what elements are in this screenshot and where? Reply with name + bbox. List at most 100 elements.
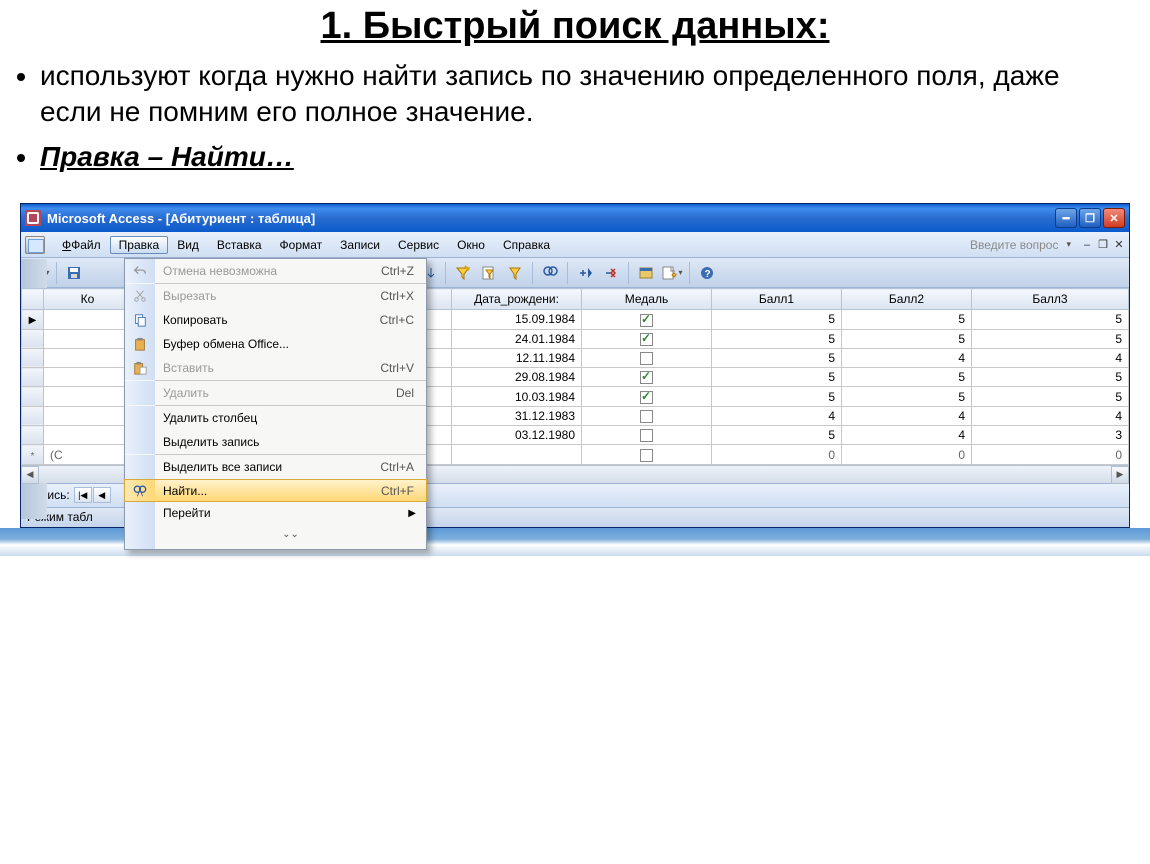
cell-medal[interactable] (582, 445, 712, 464)
minimize-button[interactable]: ━ (1055, 208, 1077, 228)
menu-item-копировать[interactable]: КопироватьCtrl+C (125, 308, 426, 332)
cell-b2[interactable]: 5 (842, 310, 972, 329)
col-ko[interactable]: Ко (44, 289, 132, 310)
menu-service[interactable]: Сервис (389, 236, 448, 254)
maximize-button[interactable]: ❐ (1079, 208, 1101, 228)
cell-ko[interactable] (44, 310, 132, 329)
cell-b3[interactable]: 0 (972, 445, 1129, 464)
mdi-close-button[interactable]: ✕ (1113, 239, 1125, 251)
db-window-button[interactable] (634, 261, 658, 285)
cell-b2[interactable]: 0 (842, 445, 972, 464)
cell-date[interactable] (452, 445, 582, 464)
cell-b2[interactable]: 5 (842, 329, 972, 348)
scroll-right-button[interactable]: ▶ (1111, 466, 1129, 484)
cell-b1[interactable]: 5 (712, 348, 842, 367)
filter-form-button[interactable] (477, 261, 501, 285)
row-selector[interactable] (22, 406, 44, 425)
cell-b3[interactable]: 3 (972, 426, 1129, 445)
cell-b2[interactable]: 4 (842, 426, 972, 445)
ask-question-box[interactable]: Введите вопрос (906, 238, 1066, 252)
row-selector[interactable] (22, 387, 44, 406)
nav-first-button[interactable]: |◀ (74, 487, 92, 503)
cell-b3[interactable]: 4 (972, 348, 1129, 367)
cell-medal[interactable] (582, 348, 712, 367)
menu-item-найти-[interactable]: Найти...Ctrl+F (124, 479, 427, 502)
cell-ko[interactable] (44, 368, 132, 387)
cell-date[interactable]: 10.03.1984 (452, 387, 582, 406)
new-record-button[interactable] (573, 261, 597, 285)
row-selector[interactable] (22, 329, 44, 348)
expand-menu-icon[interactable]: ⌄⌄ (155, 529, 426, 545)
row-selector[interactable] (22, 368, 44, 387)
cell-b2[interactable]: 5 (842, 368, 972, 387)
menu-item-перейти[interactable]: Перейти▶ (125, 501, 426, 525)
cell-medal[interactable] (582, 310, 712, 329)
filter-selection-button[interactable] (451, 261, 475, 285)
col-ball2[interactable]: Балл2 (842, 289, 972, 310)
cell-b2[interactable]: 4 (842, 406, 972, 425)
cell-medal[interactable] (582, 368, 712, 387)
row-selector[interactable] (22, 426, 44, 445)
cell-medal[interactable] (582, 329, 712, 348)
col-ball3[interactable]: Балл3 (972, 289, 1129, 310)
cell-b3[interactable]: 4 (972, 406, 1129, 425)
cell-b3[interactable]: 5 (972, 387, 1129, 406)
col-selector[interactable] (22, 289, 44, 310)
cell-date[interactable]: 29.08.1984 (452, 368, 582, 387)
cell-date[interactable]: 15.09.1984 (452, 310, 582, 329)
datasheet-icon[interactable] (25, 236, 45, 254)
ask-dropdown-icon[interactable]: ▾ (1066, 239, 1071, 250)
delete-record-button[interactable] (599, 261, 623, 285)
col-date[interactable]: Дата_рождени: (452, 289, 582, 310)
mdi-minimize-button[interactable]: – (1081, 239, 1093, 251)
cell-medal[interactable] (582, 426, 712, 445)
cell-ko[interactable] (44, 348, 132, 367)
titlebar[interactable]: Microsoft Access - [Абитуриент : таблица… (21, 204, 1129, 232)
nav-prev-button[interactable]: ◀ (93, 487, 111, 503)
cell-ko[interactable] (44, 387, 132, 406)
cell-date[interactable]: 31.12.1983 (452, 406, 582, 425)
menu-file[interactable]: ФФайл (53, 236, 110, 254)
cell-b1[interactable]: 5 (712, 368, 842, 387)
cell-date[interactable]: 03.12.1980 (452, 426, 582, 445)
row-selector[interactable]: ▶ (22, 310, 44, 329)
find-button[interactable] (538, 261, 562, 285)
cell-medal[interactable] (582, 387, 712, 406)
cell-b2[interactable]: 4 (842, 348, 972, 367)
cell-b3[interactable]: 5 (972, 368, 1129, 387)
cell-b1[interactable]: 5 (712, 387, 842, 406)
help-button[interactable]: ? (695, 261, 719, 285)
cell-date[interactable]: 12.11.1984 (452, 348, 582, 367)
cell-medal[interactable] (582, 406, 712, 425)
menu-window[interactable]: Окно (448, 236, 494, 254)
cell-ko[interactable] (44, 329, 132, 348)
close-button[interactable]: ✕ (1103, 208, 1125, 228)
cell-b2[interactable]: 5 (842, 387, 972, 406)
menu-help[interactable]: Справка (494, 236, 559, 254)
cell-b1[interactable]: 5 (712, 329, 842, 348)
cell-ko[interactable]: (С (44, 445, 132, 464)
col-ball1[interactable]: Балл1 (712, 289, 842, 310)
menu-item-буфер-обмена-office-[interactable]: Буфер обмена Office... (125, 332, 426, 356)
cell-b1[interactable]: 5 (712, 426, 842, 445)
menu-edit[interactable]: Правка (110, 236, 169, 254)
save-button[interactable] (62, 261, 86, 285)
scroll-left-button[interactable]: ◀ (21, 466, 39, 484)
new-object-button[interactable]: ▾ (660, 261, 684, 285)
menu-item-удалить-столбец[interactable]: Удалить столбец (125, 406, 426, 430)
cell-b3[interactable]: 5 (972, 329, 1129, 348)
menu-records[interactable]: Записи (331, 236, 389, 254)
row-selector[interactable]: * (22, 445, 44, 464)
cell-date[interactable]: 24.01.1984 (452, 329, 582, 348)
col-medal[interactable]: Медаль (582, 289, 712, 310)
menu-format[interactable]: Формат (271, 236, 332, 254)
menu-item-выделить-все-записи[interactable]: Выделить все записиCtrl+A (125, 455, 426, 479)
menu-insert[interactable]: Вставка (208, 236, 271, 254)
menu-item-выделить-запись[interactable]: Выделить запись (125, 430, 426, 454)
cell-b1[interactable]: 5 (712, 310, 842, 329)
mdi-restore-button[interactable]: ❐ (1097, 239, 1109, 251)
cell-ko[interactable] (44, 406, 132, 425)
row-selector[interactable] (22, 348, 44, 367)
cell-b1[interactable]: 0 (712, 445, 842, 464)
cell-b3[interactable]: 5 (972, 310, 1129, 329)
